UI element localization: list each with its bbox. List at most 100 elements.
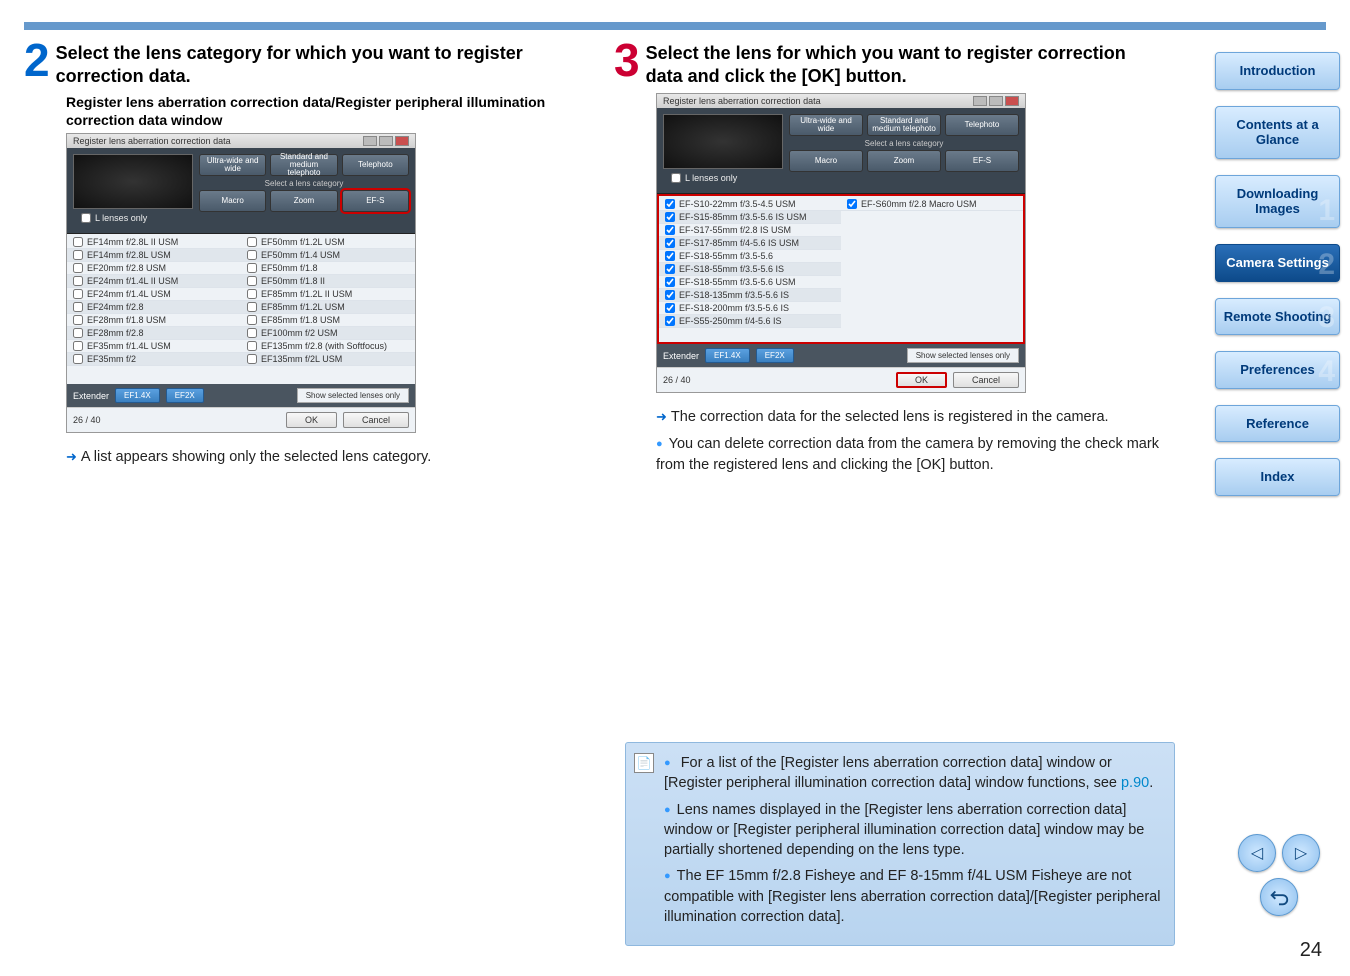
- lens-checkbox[interactable]: [247, 276, 257, 286]
- extender-2x[interactable]: EF2X: [756, 348, 794, 363]
- lens-checkbox[interactable]: [665, 277, 675, 287]
- ok-button[interactable]: OK: [896, 372, 947, 388]
- nav-remote-shooting[interactable]: Remote Shooting3: [1215, 298, 1340, 336]
- nav-index[interactable]: Index: [1215, 458, 1340, 496]
- lens-row[interactable]: EF24mm f/2.8: [67, 301, 241, 314]
- nav-downloading-images[interactable]: Downloading Images1: [1215, 175, 1340, 228]
- nav-contents[interactable]: Contents at a Glance: [1215, 106, 1340, 159]
- lens-row[interactable]: EF85mm f/1.2L II USM: [241, 288, 415, 301]
- show-selected-only[interactable]: Show selected lenses only: [297, 388, 409, 403]
- nav-introduction[interactable]: Introduction: [1215, 52, 1340, 90]
- next-page-button[interactable]: ▷: [1282, 834, 1320, 872]
- lens-row[interactable]: EF85mm f/1.8 USM: [241, 314, 415, 327]
- lens-checkbox[interactable]: [665, 238, 675, 248]
- info-bullet-1b: .: [1149, 775, 1153, 791]
- show-selected-only[interactable]: Show selected lenses only: [907, 348, 1019, 363]
- cat-zoom[interactable]: Zoom: [270, 190, 337, 212]
- cat-standard[interactable]: Standard and medium telephoto: [270, 154, 337, 176]
- lens-row[interactable]: EF50mm f/1.8 II: [241, 275, 415, 288]
- lens-checkbox[interactable]: [73, 354, 83, 364]
- ok-button[interactable]: OK: [286, 412, 337, 428]
- lens-row[interactable]: EF50mm f/1.8: [241, 262, 415, 275]
- extender-2x[interactable]: EF2X: [166, 388, 204, 403]
- lens-row[interactable]: EF35mm f/2: [67, 353, 241, 366]
- lens-checkbox[interactable]: [73, 341, 83, 351]
- cat-standard[interactable]: Standard and medium telephoto: [867, 114, 941, 136]
- lens-checkbox[interactable]: [73, 237, 83, 247]
- lens-row[interactable]: EF-S60mm f/2.8 Macro USM: [841, 198, 1023, 211]
- cat-ultra-wide[interactable]: Ultra-wide and wide: [199, 154, 266, 176]
- lens-checkbox[interactable]: [247, 354, 257, 364]
- lens-row[interactable]: EF100mm f/2 USM: [241, 327, 415, 340]
- lens-checkbox[interactable]: [247, 328, 257, 338]
- l-lenses-only-checkbox[interactable]: [81, 213, 91, 223]
- lens-row[interactable]: EF135mm f/2.8 (with Softfocus): [241, 340, 415, 353]
- lens-checkbox[interactable]: [73, 263, 83, 273]
- info-link-p90[interactable]: p.90: [1121, 775, 1149, 791]
- nav-camera-settings[interactable]: Camera Settings2: [1215, 244, 1340, 282]
- nav-reference[interactable]: Reference: [1215, 405, 1340, 443]
- cat-telephoto[interactable]: Telephoto: [342, 154, 409, 176]
- lens-row[interactable]: EF-S18-135mm f/3.5-5.6 IS: [659, 289, 841, 302]
- lens-row[interactable]: EF35mm f/1.4L USM: [67, 340, 241, 353]
- cancel-button[interactable]: Cancel: [343, 412, 409, 428]
- l-lenses-only-label: L lenses only: [95, 213, 147, 223]
- lens-row[interactable]: EF24mm f/1.4L II USM: [67, 275, 241, 288]
- lens-checkbox[interactable]: [665, 225, 675, 235]
- lens-row[interactable]: EF85mm f/1.2L USM: [241, 301, 415, 314]
- prev-page-button[interactable]: ◁: [1238, 834, 1276, 872]
- extender-14x[interactable]: EF1.4X: [705, 348, 750, 363]
- lens-row[interactable]: EF-S17-55mm f/2.8 IS USM: [659, 224, 841, 237]
- lens-checkbox[interactable]: [665, 264, 675, 274]
- lens-checkbox[interactable]: [247, 289, 257, 299]
- cat-macro[interactable]: Macro: [789, 150, 863, 172]
- lens-checkbox[interactable]: [73, 302, 83, 312]
- lens-checkbox[interactable]: [73, 250, 83, 260]
- lens-checkbox[interactable]: [247, 237, 257, 247]
- lens-row[interactable]: EF14mm f/2.8L USM: [67, 249, 241, 262]
- lens-checkbox[interactable]: [847, 199, 857, 209]
- cat-efs[interactable]: EF-S: [342, 190, 409, 212]
- l-lenses-only-checkbox[interactable]: [671, 173, 681, 183]
- lens-checkbox[interactable]: [247, 263, 257, 273]
- lens-checkbox[interactable]: [247, 250, 257, 260]
- lens-checkbox[interactable]: [665, 251, 675, 261]
- lens-row[interactable]: EF28mm f/2.8: [67, 327, 241, 340]
- lens-checkbox[interactable]: [665, 212, 675, 222]
- lens-row[interactable]: EF20mm f/2.8 USM: [67, 262, 241, 275]
- lens-checkbox[interactable]: [665, 290, 675, 300]
- lens-row[interactable]: EF50mm f/1.4 USM: [241, 249, 415, 262]
- lens-row[interactable]: EF14mm f/2.8L II USM: [67, 236, 241, 249]
- lens-checkbox[interactable]: [665, 303, 675, 313]
- lens-checkbox[interactable]: [73, 315, 83, 325]
- lens-row[interactable]: EF28mm f/1.8 USM: [67, 314, 241, 327]
- cat-macro[interactable]: Macro: [199, 190, 266, 212]
- lens-checkbox[interactable]: [247, 302, 257, 312]
- lens-checkbox[interactable]: [665, 316, 675, 326]
- lens-checkbox[interactable]: [73, 276, 83, 286]
- nav-preferences[interactable]: Preferences4: [1215, 351, 1340, 389]
- cat-ultra-wide[interactable]: Ultra-wide and wide: [789, 114, 863, 136]
- lens-row[interactable]: EF135mm f/2L USM: [241, 353, 415, 366]
- lens-checkbox[interactable]: [247, 315, 257, 325]
- lens-row[interactable]: EF50mm f/1.2L USM: [241, 236, 415, 249]
- lens-row[interactable]: EF-S17-85mm f/4-5.6 IS USM: [659, 237, 841, 250]
- cancel-button[interactable]: Cancel: [953, 372, 1019, 388]
- lens-row[interactable]: EF-S55-250mm f/4-5.6 IS: [659, 315, 841, 328]
- lens-row[interactable]: EF-S18-55mm f/3.5-5.6 USM: [659, 276, 841, 289]
- return-button[interactable]: [1260, 878, 1298, 916]
- lens-row[interactable]: EF-S18-55mm f/3.5-5.6: [659, 250, 841, 263]
- lens-checkbox[interactable]: [247, 341, 257, 351]
- lens-checkbox[interactable]: [73, 328, 83, 338]
- lens-row[interactable]: EF24mm f/1.4L USM: [67, 288, 241, 301]
- lens-row[interactable]: EF-S18-200mm f/3.5-5.6 IS: [659, 302, 841, 315]
- cat-zoom[interactable]: Zoom: [867, 150, 941, 172]
- lens-row[interactable]: EF-S15-85mm f/3.5-5.6 IS USM: [659, 211, 841, 224]
- lens-row[interactable]: EF-S10-22mm f/3.5-4.5 USM: [659, 198, 841, 211]
- cat-telephoto[interactable]: Telephoto: [945, 114, 1019, 136]
- lens-checkbox[interactable]: [665, 199, 675, 209]
- extender-14x[interactable]: EF1.4X: [115, 388, 160, 403]
- lens-checkbox[interactable]: [73, 289, 83, 299]
- cat-efs[interactable]: EF-S: [945, 150, 1019, 172]
- lens-row[interactable]: EF-S18-55mm f/3.5-5.6 IS: [659, 263, 841, 276]
